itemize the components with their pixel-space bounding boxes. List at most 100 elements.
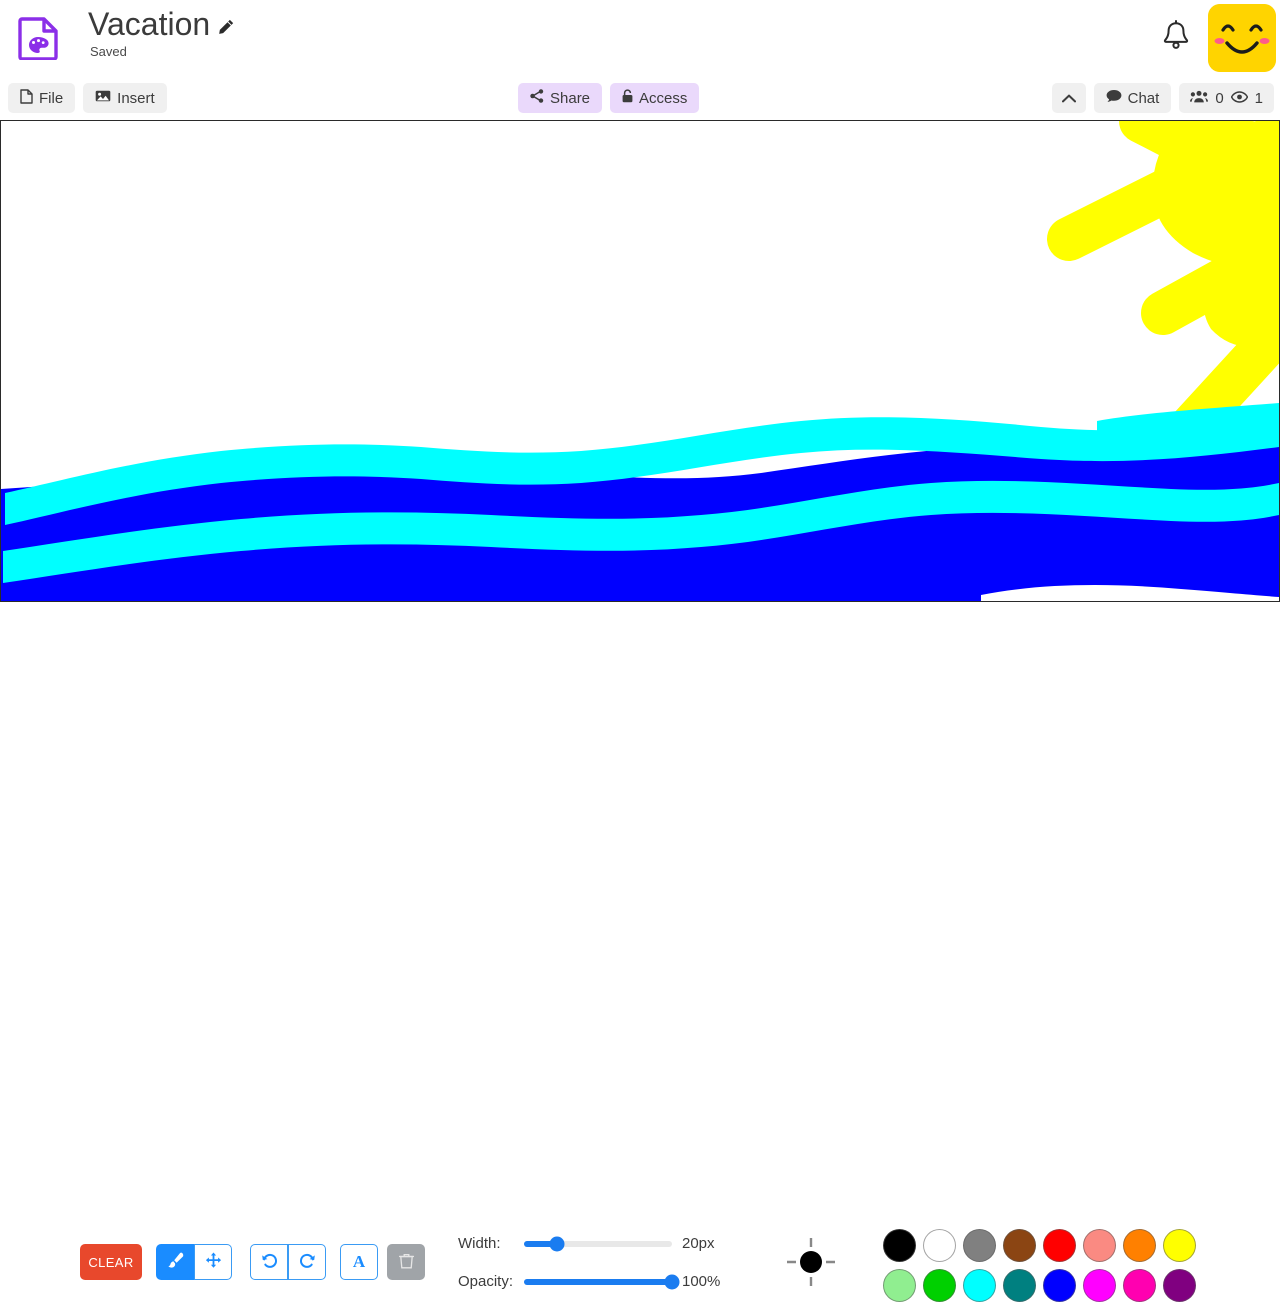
width-slider[interactable] — [524, 1236, 672, 1251]
delete-tool-group — [387, 1244, 425, 1280]
brush-size-preview — [783, 1234, 839, 1290]
brush-tool-button[interactable] — [156, 1244, 194, 1280]
page-title: Vacation — [88, 6, 211, 42]
avatar[interactable] — [1208, 4, 1276, 72]
swatch-cell — [1159, 1265, 1199, 1305]
file-menu-button[interactable]: File — [8, 83, 76, 113]
image-icon — [95, 89, 111, 107]
opacity-slider[interactable] — [524, 1274, 680, 1289]
drawing-app: Vacation Saved File Insert Share Access … — [0, 0, 1280, 1302]
undo-icon — [261, 1252, 278, 1272]
delete-button[interactable] — [387, 1244, 425, 1280]
swatch-cell — [1039, 1225, 1079, 1265]
swatch-cell — [1159, 1225, 1199, 1265]
opacity-label: Opacity: — [458, 1273, 514, 1290]
swatch-cell — [959, 1265, 999, 1305]
document-palette-icon — [18, 16, 60, 61]
color-swatch-brown[interactable] — [1002, 1228, 1036, 1262]
color-swatch-purple[interactable] — [1162, 1268, 1196, 1302]
swatch-cell — [1119, 1265, 1159, 1305]
presence-counts[interactable]: 0 1 — [1179, 83, 1274, 113]
redo-button[interactable] — [288, 1244, 326, 1280]
width-setting: Width: 20px — [458, 1230, 738, 1257]
color-swatch-gray[interactable] — [962, 1228, 996, 1262]
swatch-cell — [999, 1225, 1039, 1265]
swatch-cell — [879, 1225, 919, 1265]
share-nodes-icon — [530, 89, 544, 107]
color-swatch-cyan[interactable] — [962, 1268, 996, 1302]
text-tool-label: A — [352, 1252, 366, 1271]
color-swatch-light-green[interactable] — [882, 1268, 916, 1302]
lock-icon — [622, 89, 633, 107]
file-icon — [20, 88, 33, 108]
chevron-up-icon — [1061, 90, 1076, 107]
access-button[interactable]: Access — [610, 83, 700, 113]
bottom-toolbar: CLEAR A Width: 20px Opacity: 100% — [0, 602, 1280, 1302]
move-tool-button[interactable] — [194, 1244, 232, 1280]
insert-menu-label: Insert — [117, 89, 155, 107]
swatch-cell — [879, 1265, 919, 1305]
menu-bar-left: File Insert — [8, 83, 167, 113]
comment-icon — [1106, 89, 1122, 107]
color-swatch-yellow[interactable] — [1162, 1228, 1196, 1262]
swatch-cell — [1039, 1265, 1079, 1305]
redo-icon — [299, 1252, 316, 1272]
width-value: 20px — [682, 1235, 715, 1252]
brush-preview-dot — [800, 1251, 822, 1273]
access-button-label: Access — [639, 89, 688, 107]
color-palette — [879, 1225, 1199, 1305]
color-swatch-teal[interactable] — [1002, 1268, 1036, 1302]
opacity-slider-fill — [524, 1278, 672, 1285]
viewers-count: 1 — [1254, 89, 1263, 107]
users-count: 0 — [1215, 89, 1224, 107]
color-swatch-magenta[interactable] — [1082, 1268, 1116, 1302]
trash-icon — [398, 1253, 414, 1272]
swatch-cell — [1079, 1265, 1119, 1305]
opacity-value: 100% — [682, 1273, 721, 1290]
color-swatch-orange[interactable] — [1122, 1228, 1156, 1262]
clear-button[interactable]: CLEAR — [80, 1244, 142, 1280]
smiley-avatar-icon — [1208, 4, 1276, 72]
bell-icon — [1161, 19, 1191, 57]
chat-button-label: Chat — [1127, 89, 1160, 107]
insert-menu-button[interactable]: Insert — [83, 83, 167, 113]
color-swatch-salmon[interactable] — [1082, 1228, 1116, 1262]
share-button[interactable]: Share — [518, 83, 603, 113]
opacity-slider-thumb[interactable] — [664, 1274, 680, 1289]
color-swatch-pink[interactable] — [1122, 1268, 1156, 1302]
collapse-toolbar-button[interactable] — [1051, 83, 1086, 113]
swatch-cell — [919, 1225, 959, 1265]
move-arrows-icon — [205, 1252, 222, 1272]
menu-bar-right: Chat 0 1 — [1051, 83, 1274, 113]
color-swatch-green[interactable] — [922, 1268, 956, 1302]
color-swatch-black[interactable] — [882, 1228, 916, 1262]
brush-settings: Width: 20px Opacity: 100% — [458, 1230, 738, 1295]
undo-button[interactable] — [250, 1244, 288, 1280]
file-menu-label: File — [39, 89, 64, 107]
chat-button[interactable]: Chat — [1093, 83, 1172, 113]
eye-icon — [1230, 90, 1248, 107]
save-status: Saved — [90, 44, 127, 59]
width-slider-thumb[interactable] — [549, 1236, 565, 1251]
text-tool-group: A — [340, 1244, 378, 1280]
color-swatch-white[interactable] — [922, 1228, 956, 1262]
swatch-cell — [999, 1265, 1039, 1305]
swatch-cell — [959, 1225, 999, 1265]
swatch-cell — [1079, 1225, 1119, 1265]
share-button-label: Share — [550, 89, 591, 107]
menu-bar-center: Share Access — [518, 83, 700, 113]
pencil-icon[interactable] — [219, 19, 234, 34]
notifications-button[interactable] — [1156, 18, 1196, 58]
width-label: Width: — [458, 1235, 501, 1252]
opacity-setting: Opacity: 100% — [458, 1268, 738, 1295]
draw-tool-group — [156, 1244, 232, 1280]
color-swatch-red[interactable] — [1042, 1228, 1076, 1262]
canvas-drawing — [1, 121, 1279, 601]
menu-bar: File Insert Share Access Chat 0 1 — [0, 76, 1280, 120]
drawing-canvas[interactable] — [0, 120, 1280, 602]
text-tool-button[interactable]: A — [340, 1244, 378, 1280]
title-block: Vacation Saved — [88, 6, 234, 59]
swatch-cell — [919, 1265, 959, 1305]
app-header: Vacation Saved — [0, 0, 1280, 76]
color-swatch-blue[interactable] — [1042, 1268, 1076, 1302]
